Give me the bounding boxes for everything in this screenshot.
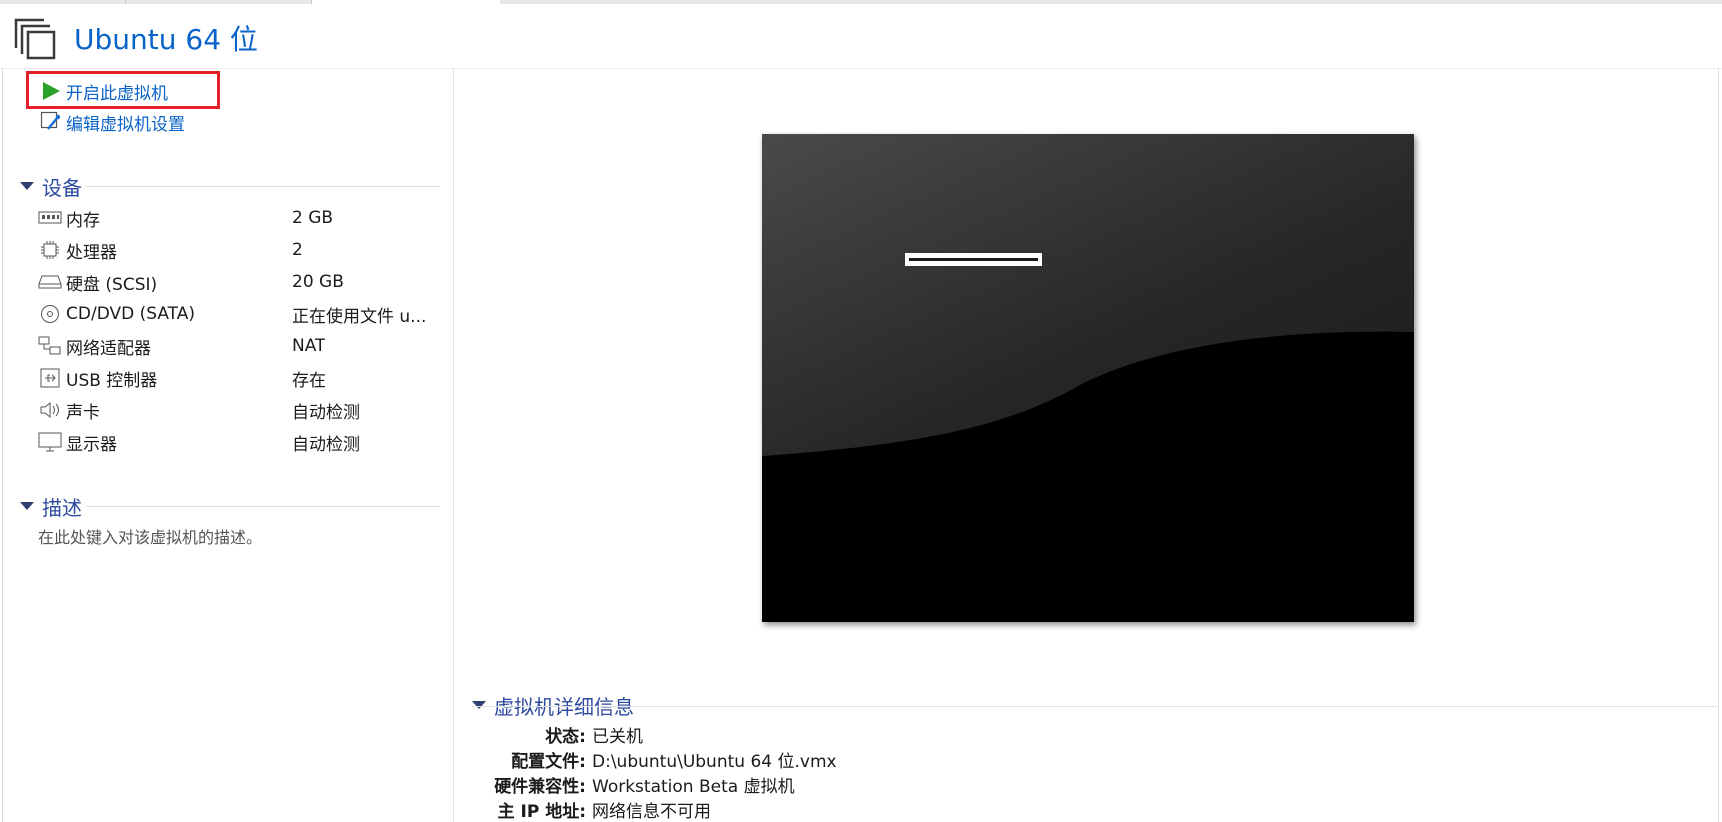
hard-disk-icon [38, 272, 62, 292]
vm-title: Ubuntu 64 位 [74, 23, 258, 56]
device-name: 处理器 [66, 242, 117, 263]
collapse-arrow-icon [472, 701, 486, 709]
description-section-line [86, 506, 440, 507]
device-value: 正在使用文件 u... [292, 306, 427, 327]
edit-settings-icon [40, 111, 62, 133]
details-section-toggle[interactable]: 虚拟机详细信息 [472, 692, 634, 719]
detail-key: 状态: [545, 726, 586, 747]
devices-section-line [86, 186, 440, 187]
detail-row-status: 状态: 已关机 [440, 722, 1440, 747]
device-value: 自动检测 [292, 402, 360, 423]
detail-row-config-file: 配置文件: D:\ubuntu\Ubuntu 64 位.vmx [440, 747, 1440, 772]
detail-value: Workstation Beta 虚拟机 [592, 776, 795, 797]
cd-dvd-icon [38, 304, 62, 324]
power-on-label: 开启此虚拟机 [66, 83, 168, 104]
right-border [1718, 68, 1719, 822]
pane-divider[interactable] [453, 68, 454, 822]
power-on-button[interactable]: 开启此虚拟机 [40, 79, 168, 104]
device-row-cd-dvd[interactable]: CD/DVD (SATA) 正在使用文件 u... [38, 300, 442, 328]
detail-row-hardware-compatibility: 硬件兼容性: Workstation Beta 虚拟机 [440, 772, 1440, 797]
memory-icon [38, 208, 62, 228]
device-name: 声卡 [66, 402, 100, 423]
device-row-processor[interactable]: 处理器 2 [38, 236, 442, 264]
detail-value: D:\ubuntu\Ubuntu 64 位.vmx [592, 751, 837, 772]
details-section-header: 虚拟机详细信息 [494, 694, 634, 719]
vm-screen-preview[interactable] [762, 134, 1414, 622]
sound-card-icon [38, 400, 62, 420]
device-value: 存在 [292, 370, 326, 391]
device-row-sound-card[interactable]: 声卡 自动检测 [38, 396, 442, 424]
details-section-line [472, 706, 1718, 707]
device-name: 网络适配器 [66, 338, 151, 359]
usb-controller-icon [38, 368, 62, 388]
device-value: 20 GB [292, 272, 344, 292]
device-row-usb-controller[interactable]: USB 控制器 存在 [38, 364, 442, 392]
description-section-toggle[interactable]: 描述 [20, 493, 82, 520]
device-row-memory[interactable]: 内存 2 GB [38, 204, 442, 232]
detail-row-ip-address: 主 IP 地址: 网络信息不可用 [440, 797, 1440, 822]
edit-settings-label: 编辑虚拟机设置 [66, 114, 185, 135]
device-value: NAT [292, 336, 326, 356]
processor-icon [38, 240, 62, 260]
left-border [2, 68, 3, 822]
description-field[interactable]: 在此处键入对该虚拟机的描述。 [38, 524, 262, 548]
devices-section-toggle[interactable]: 设备 [20, 173, 82, 200]
device-name: USB 控制器 [66, 370, 158, 391]
device-row-display[interactable]: 显示器 自动检测 [38, 428, 442, 456]
device-name: 显示器 [66, 434, 117, 455]
play-icon [40, 80, 62, 102]
collapse-arrow-icon [20, 182, 34, 190]
edit-settings-button[interactable]: 编辑虚拟机设置 [40, 110, 185, 135]
vm-title-bar: Ubuntu 64 位 [0, 4, 1722, 69]
detail-key: 配置文件: [511, 751, 586, 772]
device-name: 内存 [66, 210, 100, 231]
detail-key: 主 IP 地址: [497, 801, 586, 822]
device-name: 硬盘 (SCSI) [66, 274, 158, 295]
virtual-machine-icon [14, 18, 56, 60]
network-adapter-icon [38, 336, 62, 356]
detail-value: 已关机 [592, 726, 643, 747]
device-row-network-adapter[interactable]: 网络适配器 NAT [38, 332, 442, 360]
device-row-hard-disk[interactable]: 硬盘 (SCSI) 20 GB [38, 268, 442, 296]
description-section-header: 描述 [42, 495, 82, 520]
collapse-arrow-icon [20, 502, 34, 510]
device-name: CD/DVD (SATA) [66, 304, 195, 324]
device-value: 2 [292, 240, 303, 260]
display-icon [38, 432, 62, 452]
devices-section-header: 设备 [42, 175, 82, 200]
detail-key: 硬件兼容性: [494, 776, 586, 797]
device-value: 自动检测 [292, 434, 360, 455]
detail-value: 网络信息不可用 [592, 801, 711, 822]
device-value: 2 GB [292, 208, 334, 228]
